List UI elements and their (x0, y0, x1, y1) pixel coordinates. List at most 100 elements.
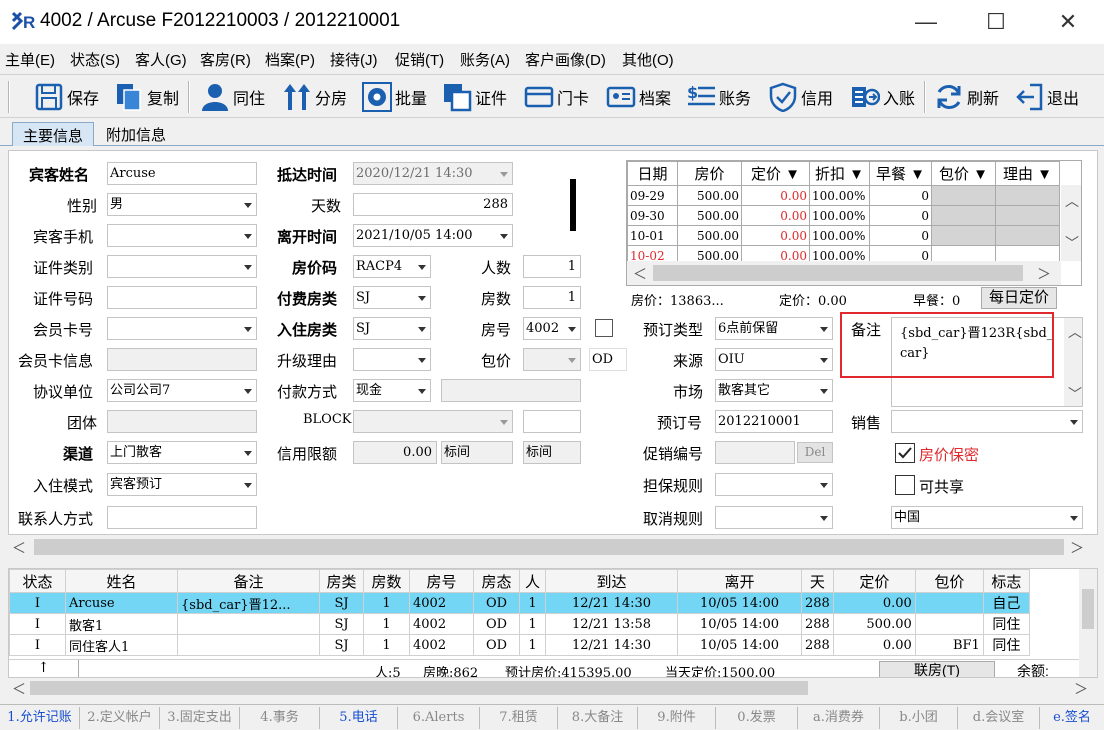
mini-col-date[interactable]: 日期 (627, 161, 678, 186)
up-arrow-icon[interactable]: ↑ (9, 660, 79, 677)
main-hscrollbar[interactable]: ＜ ＞ (8, 536, 1098, 558)
post-entry-button[interactable]: 入账 (850, 79, 915, 115)
tab-define-account[interactable]: 2.定义帐户 (80, 707, 160, 729)
mini-col-breakfast[interactable]: 早餐 ▼ (869, 161, 932, 186)
menu-promotion[interactable]: 促销(T) (395, 49, 444, 70)
days-input[interactable]: 288 (353, 193, 513, 216)
departure-select[interactable]: 2021/10/05 14:00 (353, 224, 513, 247)
cancel-rule-select[interactable] (715, 506, 833, 529)
mini-col-discount[interactable]: 折扣 ▼ (809, 161, 870, 186)
accounts-button[interactable]: $ 账务 (686, 79, 751, 115)
col-status[interactable]: 状态 (9, 569, 66, 593)
gender-select[interactable]: 男 (107, 193, 257, 216)
tab-allow-posting[interactable]: 1.允许记账 (0, 707, 80, 729)
scroll-thumb[interactable] (34, 539, 1064, 555)
table-row[interactable]: 09-30 500.00 0.00 100.00% 0 (627, 205, 1060, 226)
scroll-right-icon[interactable]: ＞ (1074, 679, 1088, 699)
grid-vscrollbar[interactable] (1079, 569, 1097, 677)
id-type-select[interactable] (107, 255, 257, 278)
col-flag[interactable]: 标志 (982, 569, 1030, 593)
credit-button[interactable]: 信用 (768, 79, 833, 115)
table-row[interactable]: 10-01 500.00 0.00 100.00% 0 (627, 225, 1060, 246)
price-secret-checkbox[interactable] (895, 443, 915, 463)
booking-type-select[interactable]: 6点前保留 (715, 317, 833, 340)
link-room-button[interactable]: 联房(T) (879, 661, 995, 677)
scroll-up-icon[interactable]: ︿ (1065, 191, 1079, 211)
tab-main-info[interactable]: 主要信息 (12, 122, 95, 146)
tab-fixed-expense[interactable]: 3.固定支出 (160, 707, 240, 729)
country-select[interactable]: 中国 (891, 506, 1083, 529)
table-row[interactable]: I 同住客人1 SJ 1 4002 OD 1 12/21 14:30 10/05 14:00 28… (9, 634, 1030, 656)
member-card-select[interactable] (107, 317, 257, 340)
table-row[interactable]: 09-29 500.00 0.00 100.00% 0 (627, 185, 1060, 206)
tab-invoice[interactable]: 0.发票 (716, 707, 798, 729)
col-remark[interactable]: 备注 (177, 569, 320, 593)
agreement-select[interactable]: 公司公司7 (107, 379, 257, 402)
guest-name-input[interactable]: Arcuse (107, 162, 257, 185)
upgrade-reason-select[interactable] (353, 348, 431, 371)
scroll-right-icon[interactable]: ＞ (1070, 538, 1084, 558)
mini-vscrollbar[interactable]: ︿ ﹀ (1061, 185, 1081, 261)
shareable-checkbox[interactable] (895, 475, 915, 495)
mini-col-package[interactable]: 包价 ▼ (931, 161, 996, 186)
menu-room[interactable]: 客房(R) (200, 49, 251, 70)
tab-lease[interactable]: 7.租赁 (480, 707, 558, 729)
menu-other[interactable]: 其他(O) (622, 49, 674, 70)
market-select[interactable]: 散客其它 (715, 379, 833, 402)
sales-select[interactable] (891, 410, 1083, 433)
mini-col-rate[interactable]: 房价 (677, 161, 742, 186)
menu-main[interactable]: 主单(E) (5, 49, 55, 70)
maximize-button[interactable]: ☐ (976, 8, 1016, 36)
menu-guest[interactable]: 客人(G) (135, 49, 187, 70)
booking-no-field[interactable]: 2012210001 (715, 410, 833, 433)
tab-voucher[interactable]: a.消费券 (798, 707, 880, 729)
id-doc-button[interactable]: 证件 (442, 79, 507, 115)
col-days[interactable]: 天 (801, 569, 834, 593)
tab-alerts[interactable]: 6.Alerts (398, 707, 480, 729)
room-lock-checkbox[interactable] (595, 319, 613, 337)
tab-extra-info[interactable]: 附加信息 (96, 122, 176, 146)
share-room-button[interactable]: 同住 (200, 79, 265, 115)
scroll-left-icon[interactable]: ＜ (12, 679, 26, 699)
exit-button[interactable]: 退出 (1014, 79, 1079, 115)
scroll-thumb[interactable] (653, 265, 1023, 281)
source-select[interactable]: OIU (715, 348, 833, 371)
mini-col-reason[interactable]: 理由 ▼ (995, 161, 1060, 186)
room-no-select[interactable]: 4002 (523, 317, 581, 340)
split-room-button[interactable]: 分房 (282, 79, 347, 115)
mobile-select[interactable] (107, 224, 257, 247)
col-fixed-rate[interactable]: 定价 (832, 569, 916, 593)
scroll-right-icon[interactable]: ＞ (1037, 264, 1051, 284)
id-number-input[interactable] (107, 286, 257, 309)
menu-customer-profile[interactable]: 客户画像(D) (525, 49, 606, 70)
payment-select[interactable]: 现金 (353, 379, 431, 402)
room-card-button[interactable]: 门卡 (524, 79, 589, 115)
copy-button[interactable]: 复制 (114, 79, 179, 115)
save-button[interactable]: 保存 (34, 79, 99, 115)
tab-signature[interactable]: e.签名 (1040, 707, 1104, 729)
tab-attachment[interactable]: 9.附件 (638, 707, 716, 729)
tab-affairs[interactable]: 4.事务 (240, 707, 320, 729)
col-package[interactable]: 包价 (914, 569, 984, 593)
menu-reception[interactable]: 接待(J) (330, 49, 378, 70)
batch-button[interactable]: 批量 (362, 79, 427, 115)
col-name[interactable]: 姓名 (65, 569, 178, 593)
menu-accounts[interactable]: 账务(A) (460, 49, 510, 70)
checkin-mode-select[interactable]: 宾客预订 (107, 473, 257, 496)
scroll-down-icon[interactable]: ﹀ (1065, 233, 1079, 253)
mini-col-fixed[interactable]: 定价 ▼ (741, 161, 810, 186)
tab-big-remark[interactable]: 8.大备注 (558, 707, 638, 729)
profile-button[interactable]: 档案 (606, 79, 671, 115)
col-arrival[interactable]: 到达 (545, 569, 678, 593)
promo-delete-button[interactable]: Del (797, 442, 833, 463)
col-persons[interactable]: 人 (519, 569, 546, 593)
table-row[interactable]: I 散客1 SJ 1 4002 OD 1 12/21 13:58 10/05 14:00 288 5… (9, 613, 1030, 635)
grid-hscrollbar[interactable]: ＜ ＞ (8, 678, 1098, 698)
remark-scrollbar[interactable]: ︿ ﹀ (1064, 318, 1082, 406)
close-button[interactable]: ✕ (1048, 8, 1088, 36)
col-departure[interactable]: 离开 (677, 569, 802, 593)
persons-input[interactable]: 1 (523, 255, 581, 278)
tab-meeting-room[interactable]: d.会议室 (958, 707, 1040, 729)
mini-hscrollbar[interactable]: ＜ ＞ (627, 261, 1061, 285)
menu-status[interactable]: 状态(S) (70, 49, 120, 70)
